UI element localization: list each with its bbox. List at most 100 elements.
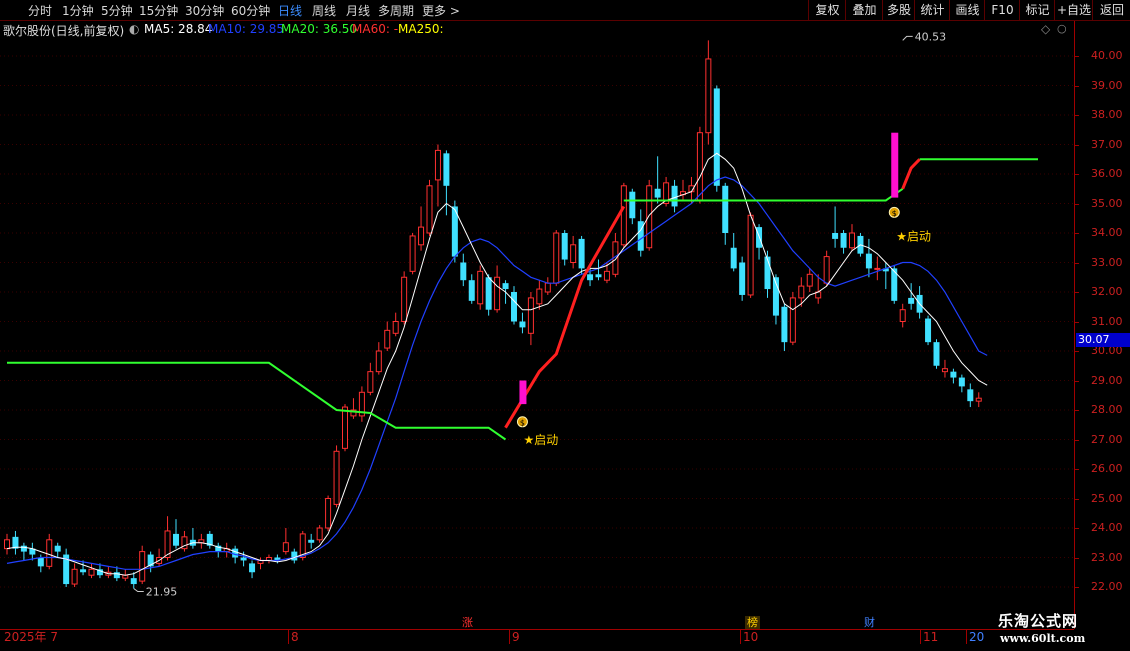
statistics-button[interactable]: 统计 (914, 0, 950, 20)
period-tab-1min[interactable]: 1分钟 (62, 2, 94, 19)
multi-stock-button[interactable]: 多股 (882, 0, 915, 20)
price-tick-mark (1075, 557, 1079, 559)
candle-body-up (705, 58, 712, 134)
signal-bar (519, 380, 527, 405)
rise-marker[interactable]: 涨 (460, 616, 475, 629)
price-tick-mark (1075, 56, 1079, 57)
mark-button[interactable]: 标记 (1019, 0, 1055, 20)
price-tick-label: 37.00 (1091, 137, 1123, 151)
candle-body-down (240, 557, 247, 561)
period-tab-30min[interactable]: 30分钟 (185, 2, 224, 19)
date-axis: 2025年 7 8 9 10 11 20 涨 榜 财 (0, 616, 1074, 651)
candle-body-up (282, 542, 289, 553)
candle-body-down (460, 262, 467, 281)
add-favorite-button[interactable]: +自选 (1054, 0, 1093, 20)
candle-body-up (325, 498, 332, 529)
candle-body-down (671, 185, 678, 207)
price-tick-mark (1075, 410, 1079, 411)
candle-body-up (874, 267, 881, 270)
candle-body-up (4, 539, 10, 550)
candle-body-down (519, 321, 526, 328)
price-tick-mark (1075, 321, 1079, 323)
candle-body-up (392, 321, 399, 334)
candle-body-down (832, 233, 839, 239)
candle-body-up (747, 214, 754, 296)
candle-body-up (401, 276, 408, 322)
candle-body-up (941, 368, 948, 373)
candle-body-up (527, 297, 534, 334)
candle-body-up (71, 568, 78, 585)
price-tick-label: 31.00 (1091, 314, 1123, 328)
price-tick-label: 36.00 (1091, 167, 1123, 180)
candle-body-down (587, 274, 594, 281)
period-tab-minute-line[interactable]: 分时 (28, 2, 52, 19)
candle-body-down (933, 342, 940, 366)
period-tab-monthly[interactable]: 月线 (346, 2, 370, 19)
ranking-marker[interactable]: 榜 (745, 616, 760, 629)
candle-body-down (739, 262, 746, 295)
current-price-tag: 30.07 (1076, 333, 1130, 347)
candle-body-up (806, 273, 813, 287)
price-tick-mark (1075, 351, 1079, 352)
money-bag-icon-glyph: $ (520, 418, 525, 427)
back-button[interactable]: 返回 (1092, 0, 1130, 20)
price-tick-mark (1075, 587, 1079, 588)
candle-body-down (713, 88, 720, 186)
candle-body-up (975, 397, 982, 402)
candle-body-down (308, 539, 315, 543)
overlay-button[interactable]: 叠加 (845, 0, 883, 20)
date-label-aug: 8 (288, 630, 299, 644)
candle-body-up (409, 235, 416, 272)
price-tick-mark (1075, 144, 1079, 146)
candle-body-down (443, 153, 450, 186)
candle-body-up (88, 568, 95, 576)
candle-body-up (367, 371, 374, 393)
candle-body-down (578, 238, 585, 269)
signal-label: ★启动 (523, 433, 558, 447)
price-tick-mark (1075, 203, 1079, 205)
signal-line-flat (7, 361, 507, 441)
period-tab-more[interactable]: 更多 > (422, 2, 460, 19)
price-tick-mark (1075, 262, 1079, 264)
date-label-jul: 2025年 7 (4, 630, 58, 644)
period-tab-multi[interactable]: 多周期 (378, 2, 414, 19)
price-tick-label: 34.00 (1091, 226, 1123, 239)
price-tick-label: 22.00 (1091, 580, 1123, 593)
price-tick-label: 33.00 (1091, 255, 1123, 269)
candle-body-down (764, 256, 771, 290)
candle-body-up (798, 285, 805, 299)
candlestick-chart[interactable]: $ $ ★启动 ★启动 40.53 21.95 (0, 21, 1074, 629)
candle-body-down (840, 233, 847, 248)
price-tick-mark (1075, 528, 1079, 529)
low-price-label: 21.95 (146, 585, 178, 598)
candle-body-up (544, 282, 551, 293)
draw-line-button[interactable]: 画线 (949, 0, 985, 20)
date-label-oct: 10 (740, 630, 758, 644)
period-tab-60min[interactable]: 60分钟 (231, 2, 270, 19)
f10-button[interactable]: F10 (984, 0, 1020, 20)
candle-body-up (434, 149, 441, 181)
price-tick-mark (1075, 292, 1079, 293)
candle-body-up (899, 309, 906, 323)
candle-body-down (629, 191, 636, 219)
finance-marker[interactable]: 财 (862, 616, 877, 629)
candle-body-up (426, 185, 433, 234)
period-tab-daily[interactable]: 日线 (278, 2, 302, 19)
candle-body-down (967, 389, 974, 402)
period-tab-weekly[interactable]: 周线 (312, 2, 336, 19)
signal-label-2: ★启动 (896, 229, 931, 243)
price-tick-mark (1075, 469, 1079, 470)
candle-body-down (130, 578, 137, 585)
price-axis: 40.00 39.00 38.00 37.00 36.00 35.00 34.00 33.00… (1074, 21, 1130, 629)
candle-body-down (908, 297, 915, 304)
candle-body-down (511, 292, 517, 322)
period-tab-15min[interactable]: 15分钟 (139, 2, 178, 19)
restore-rights-button[interactable]: 复权 (808, 0, 846, 20)
period-tab-5min[interactable]: 5分钟 (101, 2, 133, 19)
candle-body-down (80, 569, 87, 573)
candle-body-up (603, 270, 610, 281)
candle-body-down (502, 283, 509, 290)
candle-body-down (722, 185, 729, 233)
price-tick-label: 26.00 (1091, 462, 1123, 475)
signal-bar (891, 132, 899, 198)
